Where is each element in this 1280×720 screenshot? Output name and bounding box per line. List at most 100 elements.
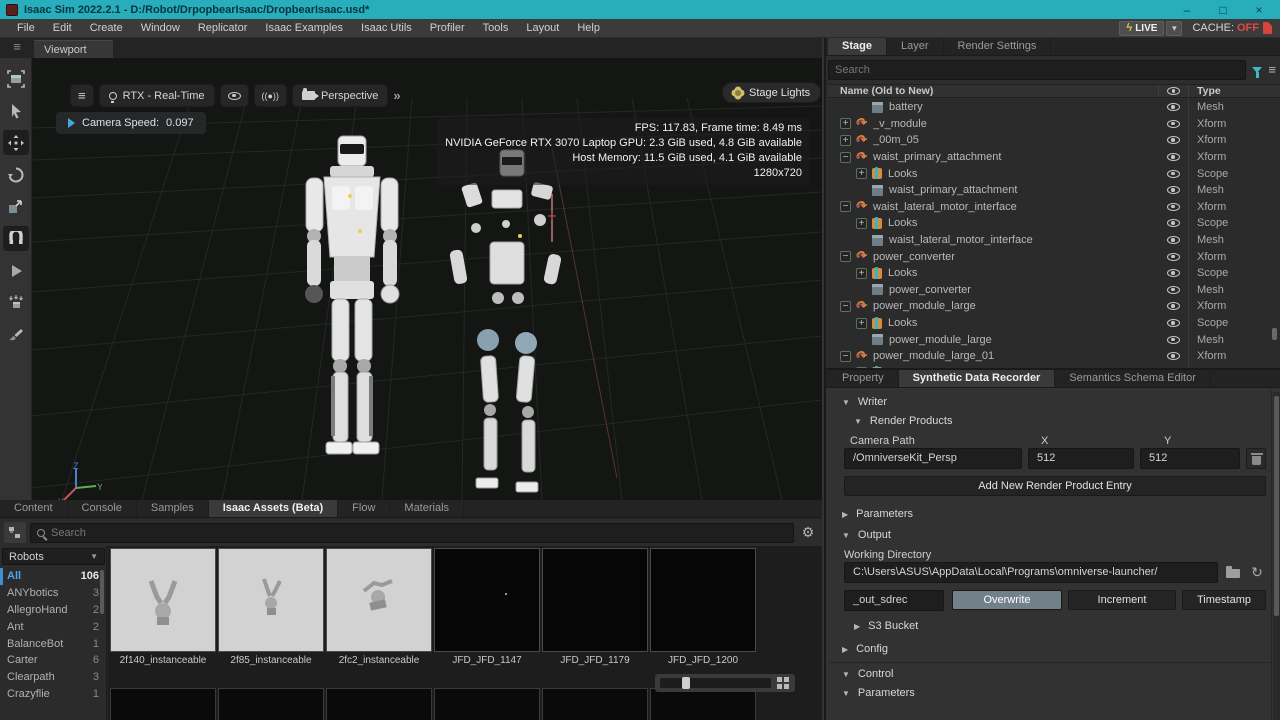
expander-icon[interactable]: +	[856, 268, 867, 279]
asset-thumbnail-partial[interactable]	[218, 688, 324, 720]
camera-path-input[interactable]: /OmniverseKit_Persp	[844, 448, 1022, 469]
prim-name[interactable]: waist_lateral_motor_interface	[889, 234, 1158, 246]
timestamp-button[interactable]: Timestamp	[1182, 590, 1266, 610]
category-carter[interactable]: Carter6	[0, 652, 107, 669]
menu-item-isaac-utils[interactable]: Isaac Utils	[352, 22, 421, 34]
live-sync-button[interactable]: ϟ LIVE	[1119, 21, 1164, 36]
visibility-toggle[interactable]	[1158, 302, 1188, 310]
visibility-toggle[interactable]	[1158, 319, 1188, 327]
menu-item-profiler[interactable]: Profiler	[421, 22, 474, 34]
section-parameters-2[interactable]: ▼Parameters	[842, 687, 915, 699]
scale-tool-icon[interactable]	[3, 194, 29, 219]
recorder-scrollbar-track[interactable]	[1273, 392, 1280, 720]
section-parameters[interactable]: ▶Parameters	[842, 508, 913, 520]
prim-name[interactable]: waist_lateral_motor_interface	[873, 201, 1158, 213]
visibility-toggle[interactable]	[1158, 336, 1188, 344]
tab-property[interactable]: Property	[828, 370, 899, 387]
category-all[interactable]: All106	[0, 568, 107, 585]
table-row[interactable]: +LooksScope	[828, 165, 1280, 182]
tab-render-settings[interactable]: Render Settings	[944, 38, 1052, 55]
category-clearpath[interactable]: Clearpath3	[0, 669, 107, 686]
menu-item-isaac-examples[interactable]: Isaac Examples	[256, 22, 352, 34]
stage-search-input[interactable]	[835, 64, 1239, 76]
visibility-menu-button[interactable]	[220, 84, 249, 107]
camera-speed-indicator[interactable]: Camera Speed: 0.097	[56, 112, 206, 134]
expander-icon[interactable]: +	[840, 135, 851, 146]
expander-icon[interactable]: −	[840, 251, 851, 262]
visibility-toggle[interactable]	[1158, 170, 1188, 178]
prim-name[interactable]: power_module_large_01	[873, 350, 1158, 362]
tab-materials[interactable]: Materials	[390, 500, 464, 517]
viewport-settings-button[interactable]: ≡	[70, 84, 94, 107]
asset-thumbnail-partial[interactable]	[650, 688, 756, 720]
table-row[interactable]: +LooksScope	[828, 215, 1280, 232]
slider-track[interactable]	[660, 678, 771, 688]
column-visibility-header[interactable]	[1158, 85, 1188, 97]
expander-icon[interactable]: +	[840, 118, 851, 129]
tab-isaac-assets[interactable]: Isaac Assets (Beta)	[209, 500, 338, 517]
delete-row-icon[interactable]	[1246, 448, 1266, 469]
slider-handle[interactable]	[682, 677, 690, 689]
menu-item-tools[interactable]: Tools	[474, 22, 518, 34]
table-row[interactable]: +_v_moduleXform	[828, 116, 1280, 133]
physics-drop-icon[interactable]	[3, 290, 29, 315]
more-tools-chevron-icon[interactable]: »	[393, 88, 400, 103]
table-row[interactable]: power_module_largeMesh	[828, 331, 1280, 348]
category-ant[interactable]: Ant2	[0, 618, 107, 635]
asset-thumbnail[interactable]	[542, 548, 648, 652]
prim-name[interactable]: _v_module	[873, 118, 1158, 130]
visibility-toggle[interactable]	[1158, 253, 1188, 261]
prim-name[interactable]: waist_primary_attachment	[889, 184, 1158, 196]
category-balancebot[interactable]: BalanceBot1	[0, 635, 107, 652]
column-name-header[interactable]: Name (Old to New)	[828, 85, 1158, 97]
prim-name[interactable]: Looks	[888, 168, 1158, 180]
live-dropdown-button[interactable]: ▾	[1166, 21, 1182, 36]
prim-name[interactable]: power_converter	[873, 251, 1158, 263]
prim-name[interactable]: battery	[889, 101, 1158, 113]
overwrite-button[interactable]: Overwrite	[952, 590, 1062, 610]
visibility-toggle[interactable]	[1158, 352, 1188, 360]
category-scrollbar[interactable]	[100, 570, 104, 614]
expander-icon[interactable]: −	[840, 351, 851, 362]
expander-icon[interactable]: +	[856, 168, 867, 179]
table-row[interactable]: batteryMesh	[828, 99, 1280, 116]
table-row[interactable]: −power_converterXform	[828, 248, 1280, 265]
section-config[interactable]: ▶Config	[842, 643, 888, 655]
section-s3-bucket[interactable]: ▶S3 Bucket	[854, 620, 918, 632]
visibility-toggle[interactable]	[1158, 286, 1188, 294]
tab-console[interactable]: Console	[68, 500, 137, 517]
folder-browse-icon[interactable]	[1224, 564, 1242, 582]
renderer-selector[interactable]: RTX - Real-Time	[99, 84, 215, 107]
tab-stage[interactable]: Stage	[828, 38, 887, 55]
y-input[interactable]: 512	[1140, 448, 1240, 469]
table-row[interactable]: waist_lateral_motor_interfaceMesh	[828, 232, 1280, 249]
asset-thumbnail-partial[interactable]	[326, 688, 432, 720]
add-render-product-button[interactable]: Add New Render Product Entry	[844, 476, 1266, 496]
cursor-select-icon[interactable]	[3, 98, 29, 123]
asset-search-input[interactable]	[51, 527, 787, 539]
refresh-icon[interactable]: ↻	[1248, 563, 1266, 581]
minimize-button[interactable]: –	[1172, 3, 1202, 17]
visibility-toggle[interactable]	[1158, 219, 1188, 227]
column-type-header[interactable]: Type	[1188, 85, 1280, 97]
visibility-toggle[interactable]	[1158, 236, 1188, 244]
visibility-toggle[interactable]	[1158, 153, 1188, 161]
grid-view-icon[interactable]	[777, 677, 790, 690]
viewport-3d-scene[interactable]: ≡ RTX - Real-Time ((●)) Perspective » St…	[32, 58, 822, 500]
prim-name[interactable]: power_converter	[889, 284, 1158, 296]
table-row[interactable]: +_00m_05Xform	[828, 132, 1280, 149]
section-output[interactable]: ▼Output	[842, 529, 891, 541]
paint-brush-icon[interactable]	[3, 322, 29, 347]
expander-icon[interactable]: −	[840, 152, 851, 163]
stage-options-icon[interactable]: ≡	[1268, 65, 1276, 75]
prim-name[interactable]: _00m_05	[873, 134, 1158, 146]
category-crazyflie[interactable]: Crazyflie1	[0, 686, 107, 703]
filter-icon[interactable]	[1252, 67, 1262, 73]
expander-icon[interactable]: −	[840, 201, 851, 212]
expander-icon[interactable]: +	[856, 218, 867, 229]
table-row[interactable]: −waist_primary_attachmentXform	[828, 149, 1280, 166]
asset-thumbnail[interactable]	[650, 548, 756, 652]
tab-samples[interactable]: Samples	[137, 500, 209, 517]
visibility-toggle[interactable]	[1158, 203, 1188, 211]
asset-thumbnail[interactable]	[218, 548, 324, 652]
